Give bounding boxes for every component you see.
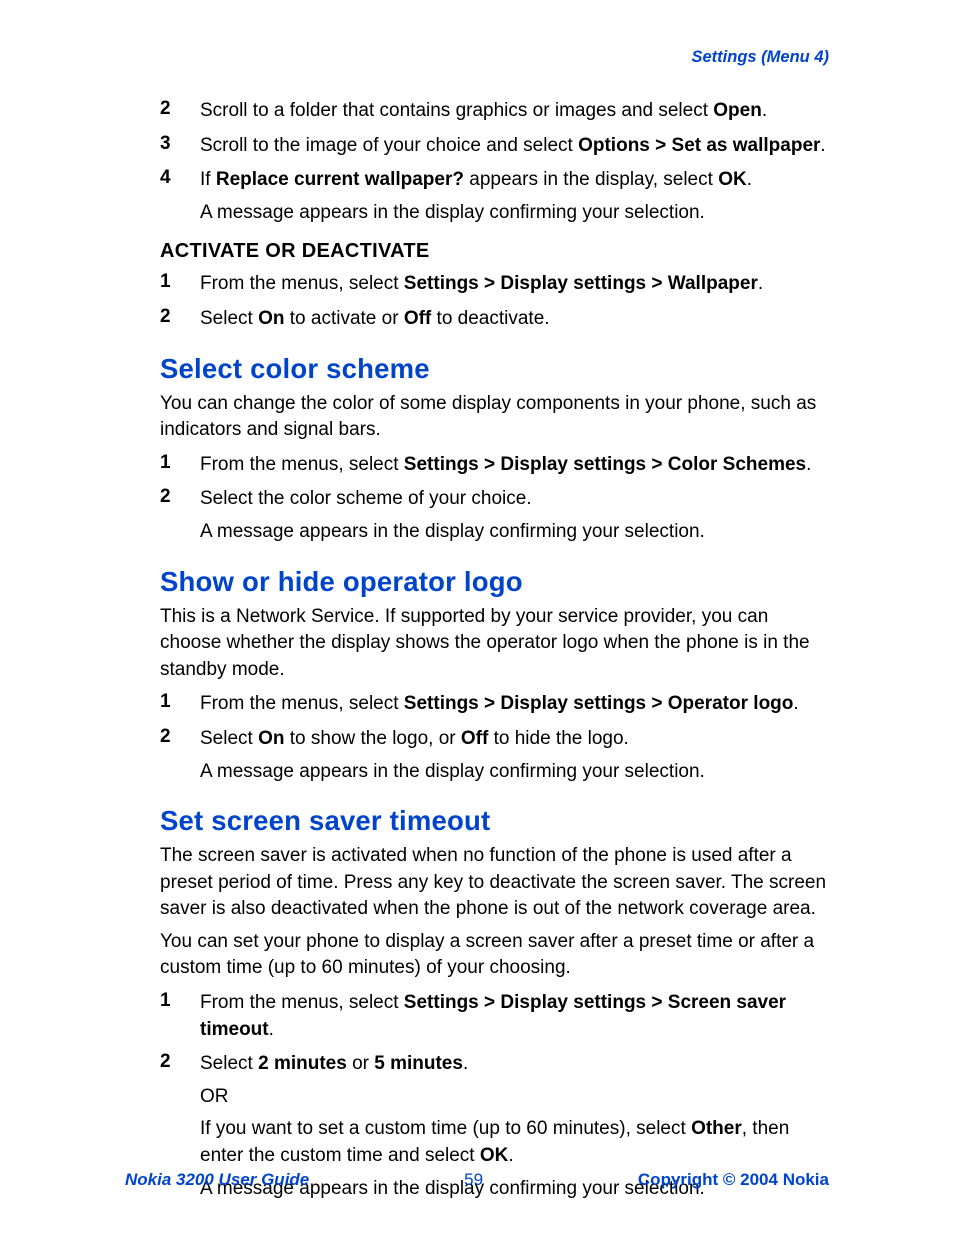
step-text: From the menus, select Settings > Displa…: [200, 452, 829, 479]
step-text: From the menus, select Settings > Displa…: [200, 691, 829, 718]
color-scheme-steps: 1From the menus, select Settings > Displ…: [160, 452, 829, 546]
step-number: 1: [160, 691, 200, 718]
step-number: 2: [160, 1051, 200, 1078]
activate-subhead: ACTIVATE OR DEACTIVATE: [160, 240, 829, 263]
step-text: Select On to activate or Off to deactiva…: [200, 306, 829, 333]
footer: Nokia 3200 User Guide 59 Copyright © 200…: [125, 1170, 829, 1190]
operator-logo-steps: 1From the menus, select Settings > Displ…: [160, 691, 829, 785]
step-text: Select 2 minutes or 5 minutes.: [200, 1051, 829, 1078]
color-scheme-heading: Select color scheme: [160, 353, 829, 385]
step-number: 1: [160, 452, 200, 479]
list-item: 3Scroll to the image of your choice and …: [160, 133, 829, 160]
step-number: 1: [160, 990, 200, 1043]
step-text: Select the color scheme of your choice.: [200, 486, 829, 513]
step-text: Scroll to the image of your choice and s…: [200, 133, 829, 160]
step-number: 2: [160, 306, 200, 333]
step-continuation: A message appears in the display confirm…: [200, 519, 829, 546]
activate-steps: 1From the menus, select Settings > Displ…: [160, 271, 829, 332]
step-continuation: If you want to set a custom time (up to …: [200, 1116, 829, 1169]
footer-left: Nokia 3200 User Guide: [125, 1170, 309, 1190]
step-continuation: OR: [200, 1084, 829, 1111]
operator-logo-heading: Show or hide operator logo: [160, 566, 829, 598]
list-item: 2Scroll to a folder that contains graphi…: [160, 98, 829, 125]
footer-page-number: 59: [464, 1170, 483, 1190]
screen-saver-intro2: You can set your phone to display a scre…: [160, 929, 829, 982]
list-item: 2Select On to show the logo, or Off to h…: [160, 726, 829, 753]
step-continuation: A message appears in the display confirm…: [200, 759, 829, 786]
step-number: 2: [160, 486, 200, 513]
step-text: If Replace current wallpaper? appears in…: [200, 167, 829, 194]
body-content: 2Scroll to a folder that contains graphi…: [160, 98, 829, 1202]
step-continuation: A message appears in the display confirm…: [200, 200, 829, 227]
step-number: 1: [160, 271, 200, 298]
color-scheme-intro: You can change the color of some display…: [160, 391, 829, 444]
step-number: 4: [160, 167, 200, 194]
step-number: 2: [160, 98, 200, 125]
operator-logo-intro: This is a Network Service. If supported …: [160, 604, 829, 684]
page-header: Settings (Menu 4): [691, 48, 829, 67]
list-item: 1From the menus, select Settings > Displ…: [160, 271, 829, 298]
top-steps: 2Scroll to a folder that contains graphi…: [160, 98, 829, 226]
list-item: 1From the menus, select Settings > Displ…: [160, 990, 829, 1043]
screen-saver-heading: Set screen saver timeout: [160, 805, 829, 837]
list-item: 2Select the color scheme of your choice.: [160, 486, 829, 513]
step-text: Scroll to a folder that contains graphic…: [200, 98, 829, 125]
step-number: 2: [160, 726, 200, 753]
list-item: 2Select 2 minutes or 5 minutes.: [160, 1051, 829, 1078]
list-item: 2Select On to activate or Off to deactiv…: [160, 306, 829, 333]
screen-saver-intro1: The screen saver is activated when no fu…: [160, 843, 829, 923]
footer-right: Copyright © 2004 Nokia: [638, 1170, 829, 1190]
step-text: From the menus, select Settings > Displa…: [200, 271, 829, 298]
list-item: 4If Replace current wallpaper? appears i…: [160, 167, 829, 194]
step-number: 3: [160, 133, 200, 160]
list-item: 1From the menus, select Settings > Displ…: [160, 452, 829, 479]
step-text: Select On to show the logo, or Off to hi…: [200, 726, 829, 753]
step-text: From the menus, select Settings > Displa…: [200, 990, 829, 1043]
list-item: 1From the menus, select Settings > Displ…: [160, 691, 829, 718]
